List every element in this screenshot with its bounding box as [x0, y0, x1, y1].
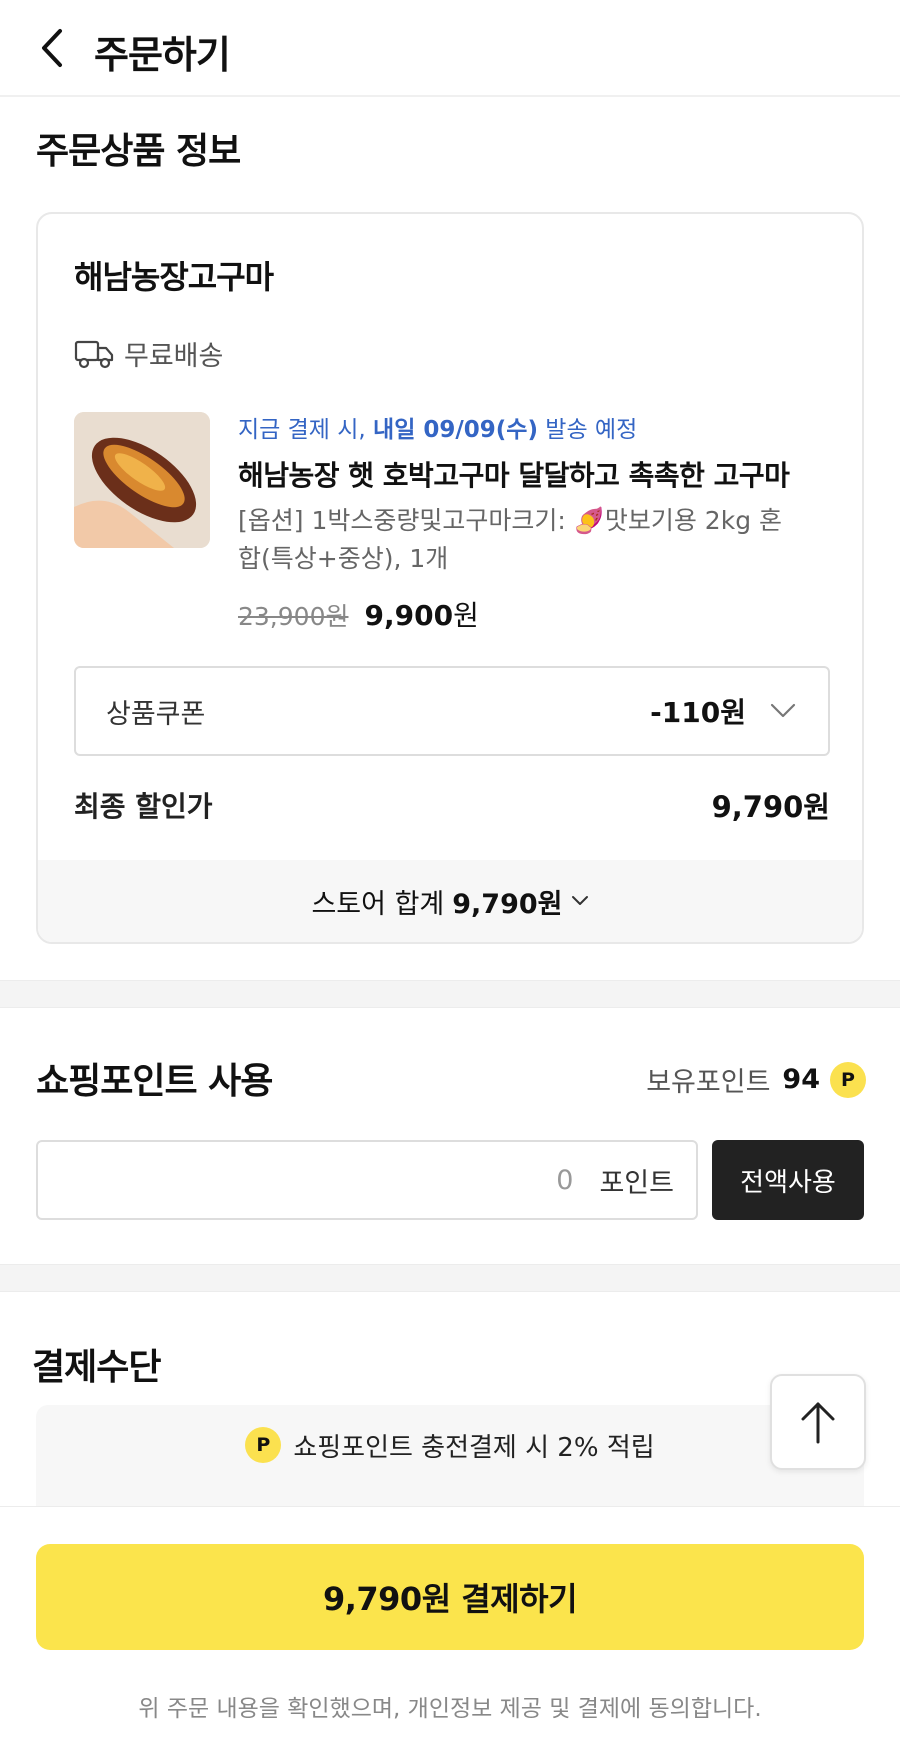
sale-price: 9,900원	[364, 599, 479, 632]
point-icon: P	[830, 1061, 866, 1098]
header-bar: 주문하기	[0, 0, 900, 97]
delivery-estimate: 지금 결제 시, 내일 09/09(수) 발송 예정	[238, 410, 838, 446]
payment-section-title: 결제수단	[32, 1347, 161, 1388]
shipping-info: 무료배송	[74, 334, 223, 373]
point-input[interactable]: 0 포인트	[36, 1140, 698, 1220]
pay-button[interactable]: 9,790원 결제하기	[36, 1544, 864, 1650]
truck-icon	[74, 340, 114, 368]
point-input-unit: 포인트	[599, 1167, 674, 1199]
back-button[interactable]	[30, 26, 74, 70]
store-total-toggle[interactable]: 스토어 합계 9,790원	[38, 860, 862, 942]
delivery-prefix: 지금 결제 시,	[238, 417, 366, 443]
coupon-select[interactable]: 상품쿠폰 -110원	[74, 666, 830, 756]
point-icon: P	[245, 1427, 282, 1463]
section-divider	[0, 980, 900, 1008]
store-name: 해남농장고구마	[74, 258, 274, 296]
arrow-up-icon	[801, 1402, 835, 1444]
final-price-row: 최종 할인가 9,790원	[74, 784, 830, 826]
point-charge-text: 쇼핑포인트 충전결제 시 2% 적립	[293, 1433, 655, 1463]
delivery-date: 내일 09/09(수)	[373, 417, 538, 443]
chevron-left-icon	[42, 29, 62, 67]
bottom-bar: 9,790원 결제하기 위 주문 내용을 확인했으며, 개인정보 제공 및 결제…	[0, 1506, 900, 1741]
coupon-label: 상품쿠폰	[106, 698, 206, 730]
coupon-value: -110원	[650, 696, 746, 729]
agreement-note: 위 주문 내용을 확인했으며, 개인정보 제공 및 결제에 동의합니다.	[138, 1696, 762, 1722]
point-charge-banner[interactable]: P 쇼핑포인트 충전결제 시 2% 적립	[36, 1405, 864, 1515]
store-total-value: 9,790원	[452, 888, 563, 920]
section-divider	[0, 1264, 900, 1292]
option-line-2: 합(특상+중상), 1개	[238, 544, 449, 573]
final-price-value: 9,790원	[711, 790, 830, 824]
shipping-label: 무료배송	[124, 341, 224, 372]
use-all-points-button[interactable]: 전액사용	[712, 1140, 864, 1220]
chevron-down-icon	[571, 896, 588, 905]
product-image[interactable]	[74, 412, 210, 548]
point-balance-value: 94	[782, 1064, 820, 1095]
price-row: 23,900원 9,900원	[238, 594, 479, 634]
store-card: 해남농장고구마 무료배송 지금 결제 시, 내일 09/09(수) 발송 예정 …	[36, 212, 864, 944]
store-total-label: 스토어 합계	[311, 888, 445, 920]
page-title: 주문하기	[94, 33, 231, 77]
point-balance-label: 보유포인트	[646, 1067, 771, 1098]
original-price: 23,900원	[238, 602, 349, 631]
final-price-label: 최종 할인가	[74, 790, 213, 823]
delivery-suffix: 발송 예정	[545, 417, 638, 443]
point-balance: 보유포인트 94 P	[646, 1060, 866, 1099]
option-line-1: [옵션] 1박스중량및고구마크기: 🍠맛보기용 2kg 혼	[238, 506, 783, 535]
chevron-down-icon	[770, 703, 796, 718]
product-name[interactable]: 해남농장 햇 호박고구마 달달하고 촉촉한 고구마	[238, 454, 808, 494]
points-section-title: 쇼핑포인트 사용	[36, 1061, 273, 1102]
product-option: [옵션] 1박스중량및고구마크기: 🍠맛보기용 2kg 혼 합(특상+중상), …	[238, 502, 813, 578]
order-section-title: 주문상품 정보	[36, 131, 241, 172]
product-info: 지금 결제 시, 내일 09/09(수) 발송 예정 해남농장 햇 호박고구마 …	[238, 410, 838, 578]
point-input-value: 0	[556, 1164, 574, 1196]
scroll-top-button[interactable]	[770, 1374, 866, 1470]
